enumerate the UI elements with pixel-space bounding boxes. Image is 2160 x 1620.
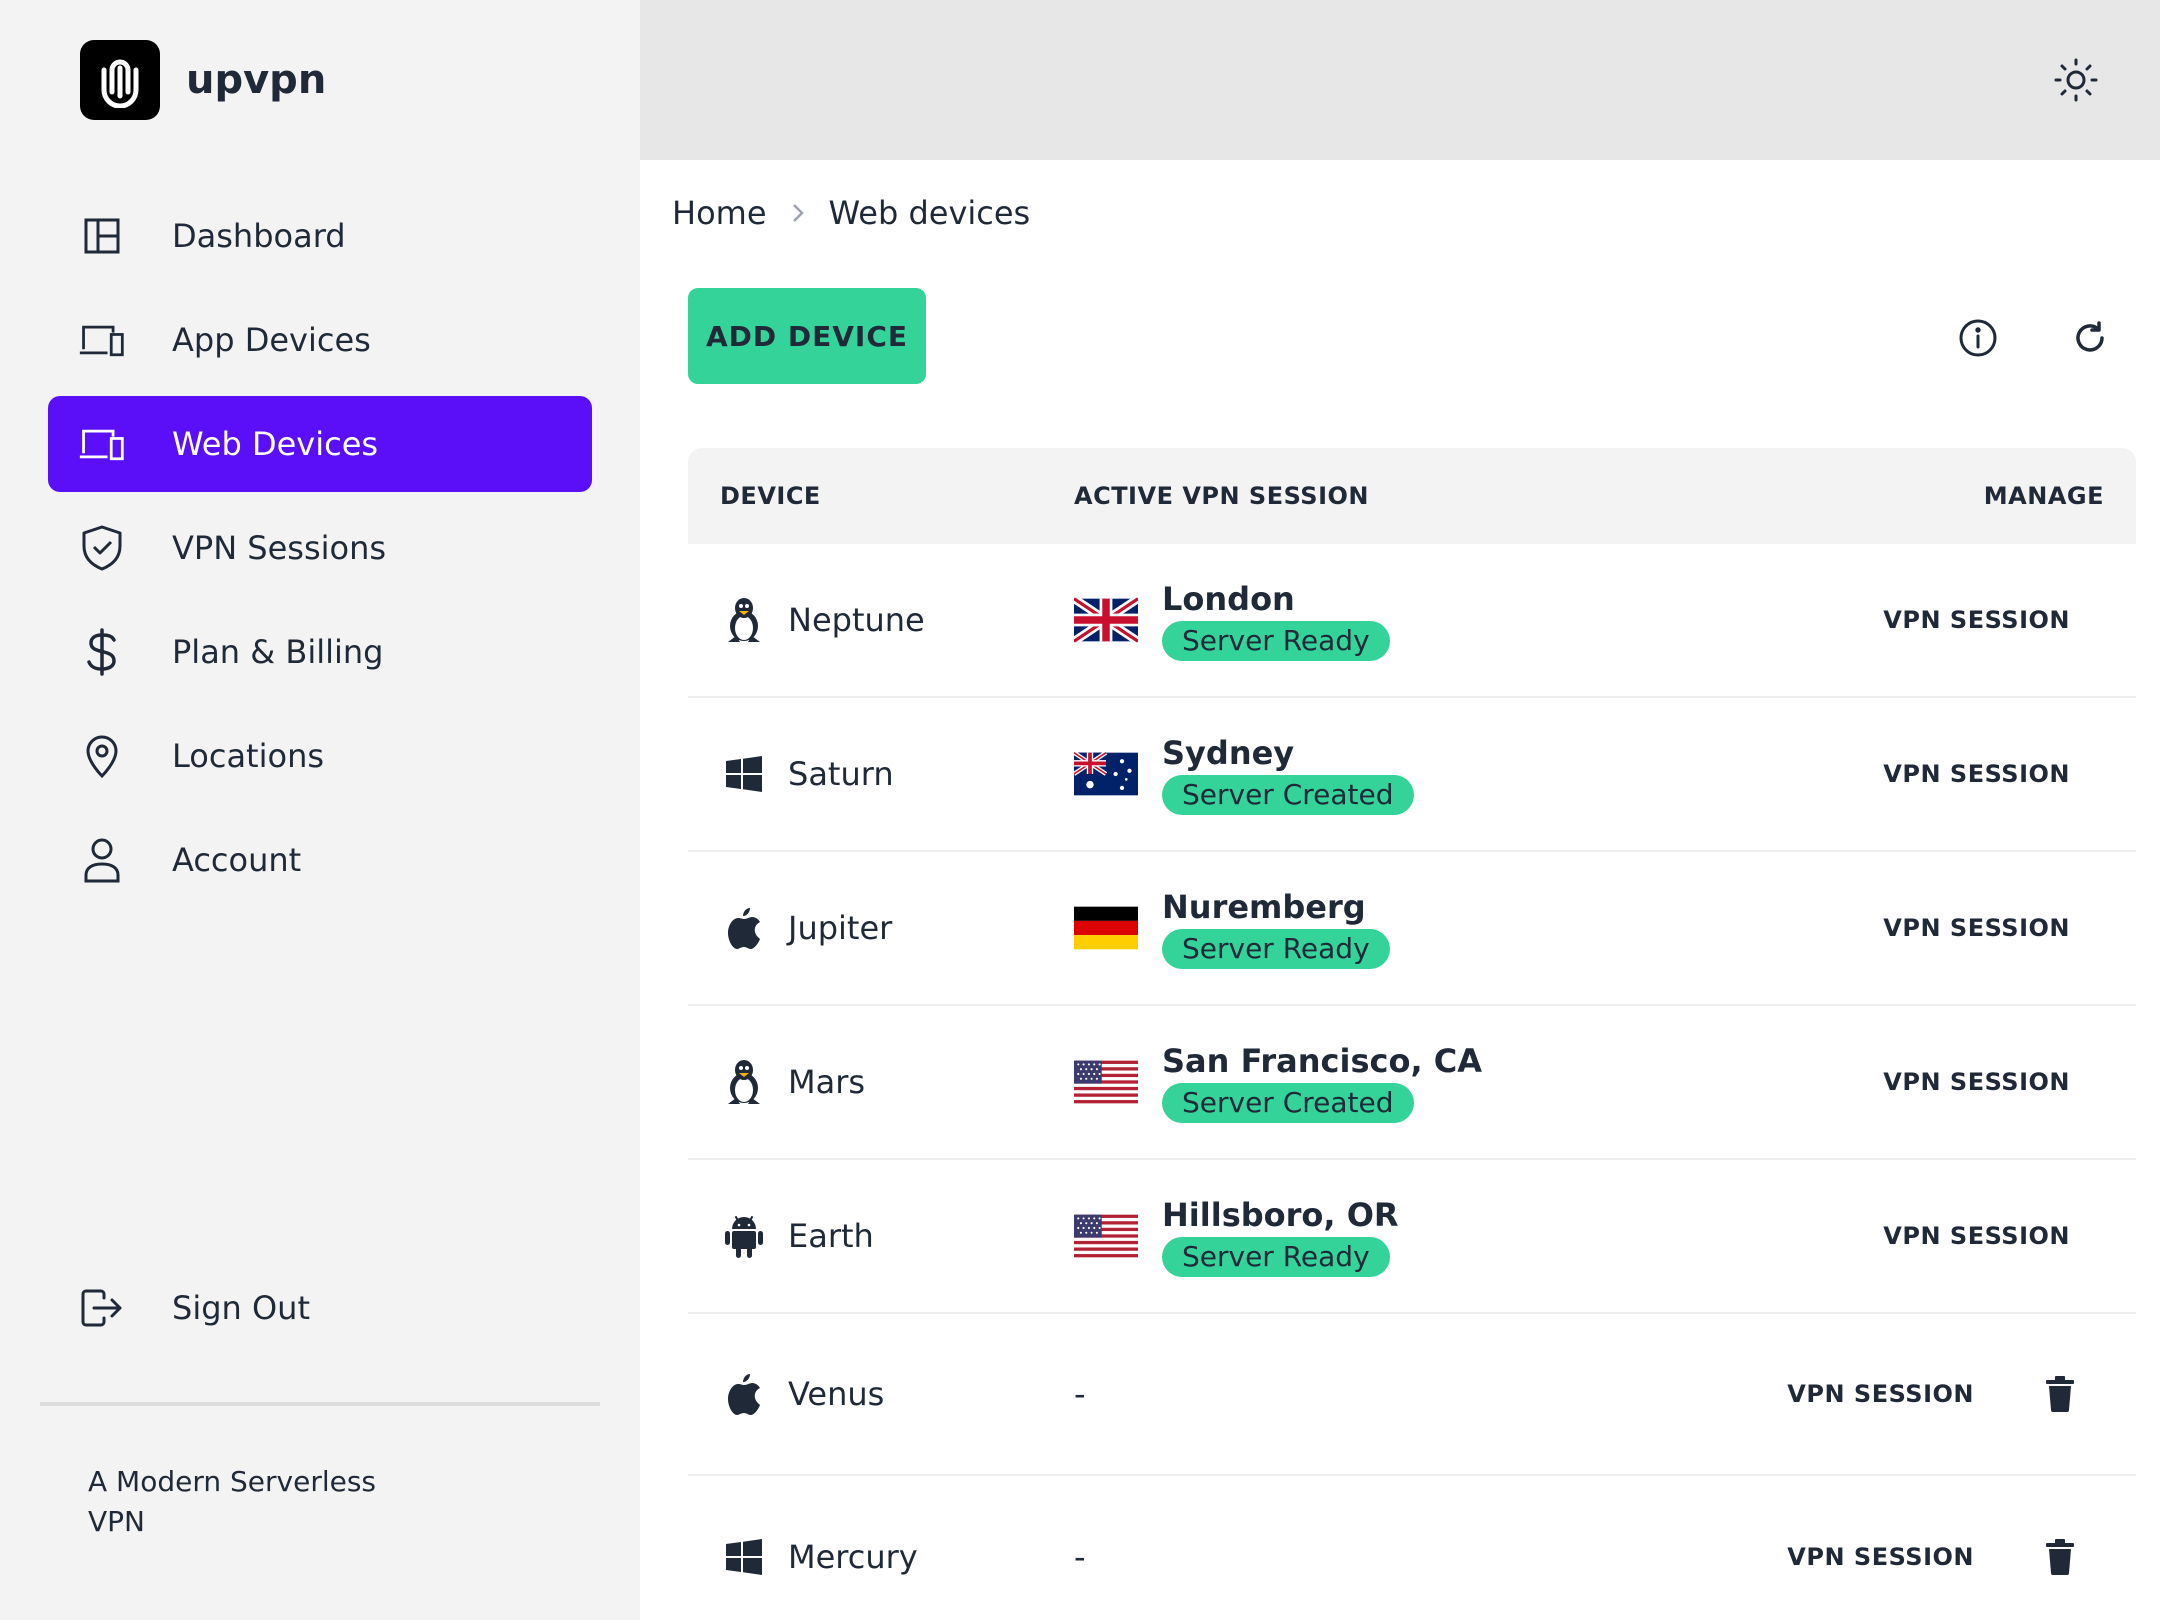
us-flag-icon <box>1074 1058 1138 1106</box>
sign-out-button[interactable]: Sign Out <box>48 1260 592 1356</box>
sun-icon <box>2054 58 2098 102</box>
table-row: Earth Hillsboro, OR Server Ready VPN SES… <box>688 1160 2136 1314</box>
web-devices-table: DEVICE ACTIVE VPN SESSION MANAGE Neptune… <box>688 448 2136 1620</box>
refresh-button[interactable] <box>2066 314 2114 362</box>
add-device-button[interactable]: ADD DEVICE <box>688 288 926 384</box>
sign-out-label: Sign Out <box>172 1289 310 1327</box>
sidebar-divider <box>40 1402 600 1406</box>
linux-icon <box>722 596 766 644</box>
apple-icon <box>722 1370 766 1418</box>
column-header-device: DEVICE <box>720 482 821 510</box>
us-flag-icon <box>1074 1212 1138 1260</box>
breadcrumb-home[interactable]: Home <box>672 194 767 232</box>
theme-toggle-button[interactable] <box>2052 56 2100 104</box>
no-session-placeholder: - <box>1074 1375 1086 1413</box>
sidebar-item-label: Locations <box>172 737 324 775</box>
location-name: London <box>1162 579 1390 619</box>
column-header-manage: MANAGE <box>1984 482 2104 510</box>
devices-icon <box>78 316 126 364</box>
linux-icon <box>722 1058 766 1106</box>
vpn-session-link[interactable]: VPN SESSION <box>1787 1543 1974 1571</box>
vpn-session-link[interactable]: VPN SESSION <box>1883 606 2070 634</box>
sidebar-nav: Dashboard App Devices Web Devices VPN Se… <box>48 188 592 916</box>
table-row: Venus - VPN SESSION <box>688 1314 2136 1476</box>
trash-icon <box>2046 1376 2074 1412</box>
status-badge: Server Ready <box>1162 929 1390 969</box>
table-row: Mars San Francisco, CA Server Created VP… <box>688 1006 2136 1160</box>
column-header-session: ACTIVE VPN SESSION <box>1074 482 1369 510</box>
sidebar-item-locations[interactable]: Locations <box>48 708 592 804</box>
device-name: Neptune <box>788 601 925 639</box>
table-row: Neptune London Server Ready VPN SESSION <box>688 544 2136 698</box>
shield-check-icon <box>78 524 126 572</box>
delete-device-button[interactable] <box>2040 1372 2080 1416</box>
device-name: Venus <box>788 1375 884 1413</box>
location-name: Sydney <box>1162 733 1414 773</box>
status-badge: Server Created <box>1162 775 1414 815</box>
dashboard-icon <box>78 212 126 260</box>
apple-icon <box>722 904 766 952</box>
device-name: Saturn <box>788 755 894 793</box>
brand[interactable]: upvpn <box>80 40 326 120</box>
sidebar-item-app-devices[interactable]: App Devices <box>48 292 592 388</box>
sidebar-item-label: App Devices <box>172 321 371 359</box>
device-name: Jupiter <box>788 909 892 947</box>
sidebar-item-label: Account <box>172 841 301 879</box>
user-icon <box>78 836 126 884</box>
location-name: Nuremberg <box>1162 887 1390 927</box>
dollar-icon <box>78 628 126 676</box>
sidebar-item-account[interactable]: Account <box>48 812 592 908</box>
table-row: Jupiter Nuremberg Server Ready VPN SESSI… <box>688 852 2136 1006</box>
sidebar-item-dashboard[interactable]: Dashboard <box>48 188 592 284</box>
device-name: Mars <box>788 1063 865 1101</box>
sidebar: upvpn Dashboard App Devices Web Devices … <box>0 0 640 1620</box>
no-session-placeholder: - <box>1074 1538 1086 1576</box>
status-badge: Server Ready <box>1162 621 1390 661</box>
device-name: Earth <box>788 1217 874 1255</box>
info-button[interactable] <box>1954 314 2002 362</box>
vpn-session-link[interactable]: VPN SESSION <box>1787 1380 1974 1408</box>
vpn-session-link[interactable]: VPN SESSION <box>1883 760 2070 788</box>
location-name: San Francisco, CA <box>1162 1041 1482 1081</box>
sidebar-item-web-devices[interactable]: Web Devices <box>48 396 592 492</box>
sidebar-item-vpn-sessions[interactable]: VPN Sessions <box>48 500 592 596</box>
table-row: Saturn Sydney Server Created VPN SESSION <box>688 698 2136 852</box>
vpn-session-link[interactable]: VPN SESSION <box>1883 1222 2070 1250</box>
sign-out-icon <box>78 1284 126 1332</box>
android-icon <box>722 1212 766 1260</box>
delete-device-button[interactable] <box>2040 1535 2080 1579</box>
windows-icon <box>722 1533 766 1581</box>
windows-icon <box>722 750 766 798</box>
breadcrumb-current: Web devices <box>829 194 1031 232</box>
tagline: A Modern Serverless VPN <box>88 1462 388 1542</box>
brand-name: upvpn <box>186 57 326 103</box>
location-name: Hillsboro, OR <box>1162 1195 1399 1235</box>
de-flag-icon <box>1074 904 1138 952</box>
refresh-icon <box>2072 320 2108 356</box>
table-header: DEVICE ACTIVE VPN SESSION MANAGE <box>688 448 2136 544</box>
devices-icon <box>78 420 126 468</box>
device-name: Mercury <box>788 1538 918 1576</box>
sidebar-item-label: Plan & Billing <box>172 633 383 671</box>
breadcrumb: Home Web devices <box>672 194 1030 232</box>
info-icon <box>1958 318 1998 358</box>
vpn-session-link[interactable]: VPN SESSION <box>1883 1068 2070 1096</box>
table-row: Mercury - VPN SESSION <box>688 1476 2136 1620</box>
au-flag-icon <box>1074 750 1138 798</box>
sidebar-item-plan-billing[interactable]: Plan & Billing <box>48 604 592 700</box>
location-pin-icon <box>78 732 126 780</box>
vpn-session-link[interactable]: VPN SESSION <box>1883 914 2070 942</box>
sidebar-item-label: Dashboard <box>172 217 346 255</box>
status-badge: Server Ready <box>1162 1237 1390 1277</box>
upvpn-logo-icon <box>80 40 160 120</box>
sidebar-item-label: VPN Sessions <box>172 529 386 567</box>
chevron-right-icon <box>791 202 805 224</box>
trash-icon <box>2046 1539 2074 1575</box>
top-bar <box>640 0 2160 160</box>
sidebar-item-label: Web Devices <box>172 425 378 463</box>
status-badge: Server Created <box>1162 1083 1414 1123</box>
uk-flag-icon <box>1074 596 1138 644</box>
